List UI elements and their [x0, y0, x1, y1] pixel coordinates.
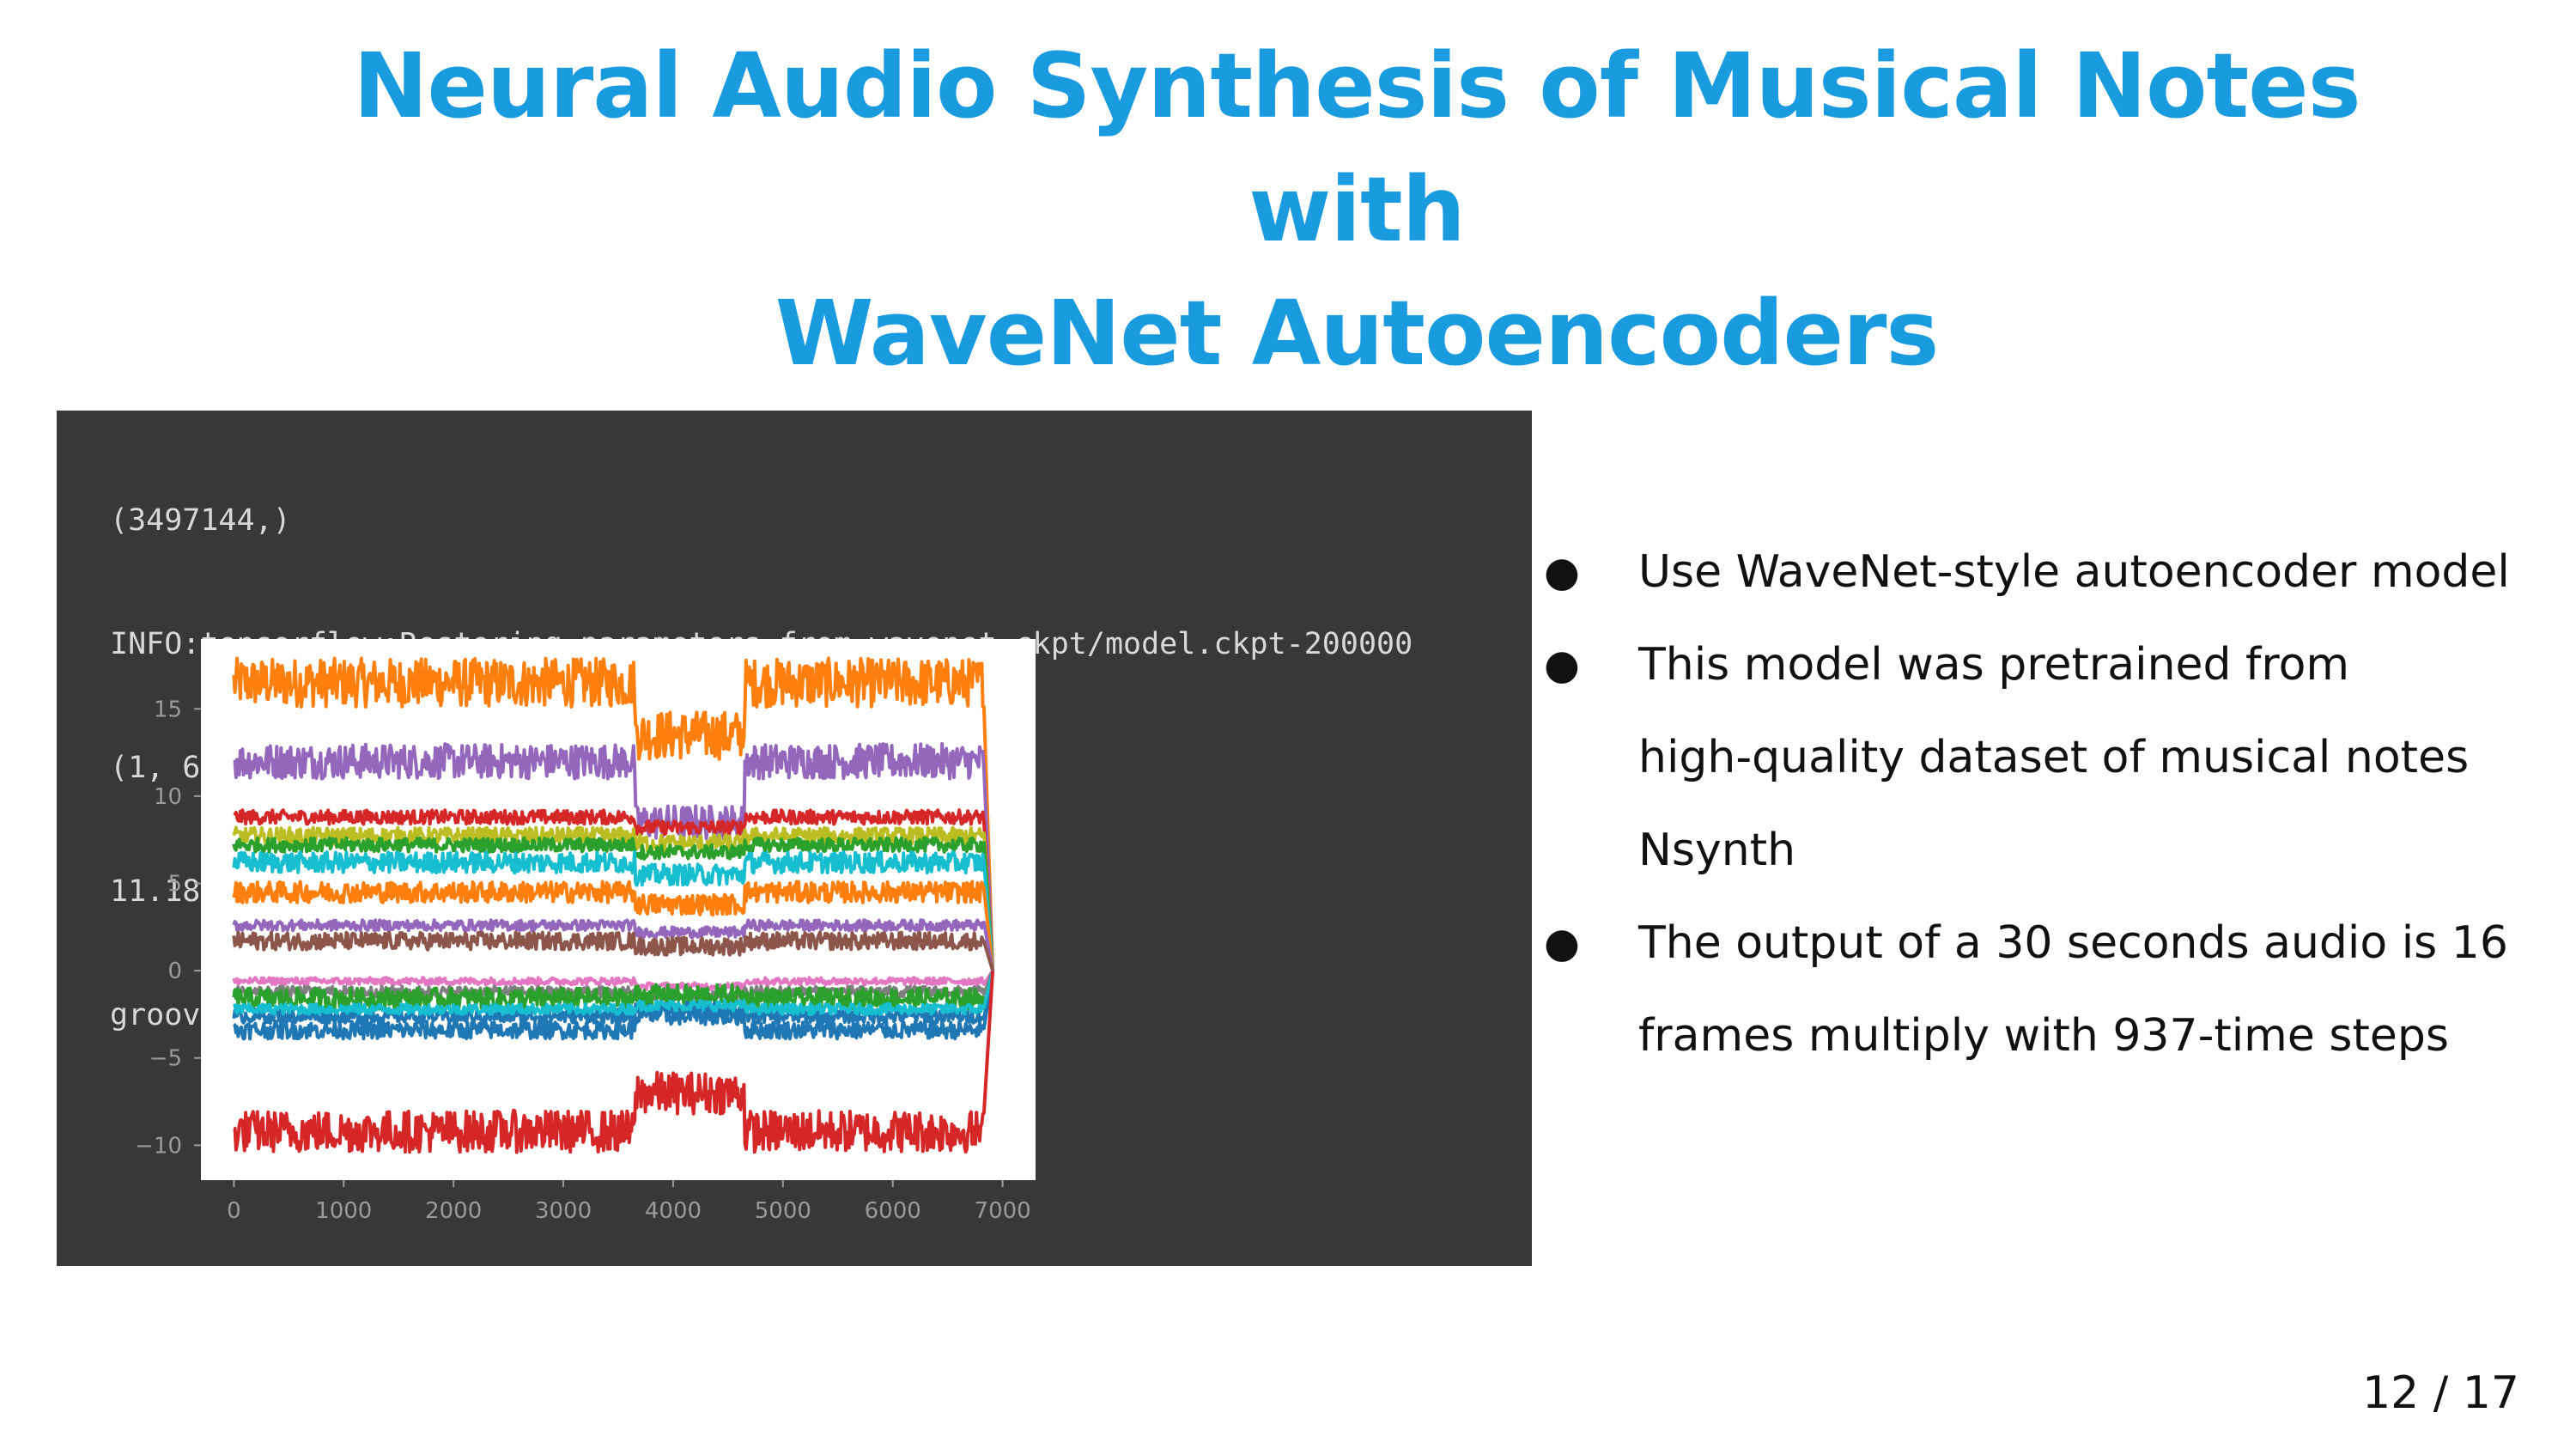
x-tick-label: 7000	[975, 1198, 1031, 1224]
x-tick-label: 6000	[865, 1198, 921, 1224]
bullet-dot-icon: ●	[1544, 641, 1580, 689]
bullet-item: ● This model was pretrained from high-qu…	[1537, 618, 2550, 897]
bullet-text: This model was pretrained from	[1638, 639, 2350, 691]
y-tick-label: −10	[135, 1133, 182, 1159]
plot-area	[201, 639, 1036, 1180]
y-tick-label: 10	[154, 784, 182, 810]
slide-title: Neural Audio Synthesis of Musical Notes …	[258, 24, 2456, 395]
x-tick-label: 2000	[425, 1198, 482, 1224]
bullet-text: Nsynth	[1638, 825, 1796, 876]
y-tick-label: 5	[167, 872, 182, 898]
x-tick-label: 4000	[645, 1198, 702, 1224]
page-number: 12 / 17	[2362, 1367, 2519, 1419]
y-tick-label: 0	[167, 959, 182, 984]
encoding-line-chart: 0 1000 2000 3000 4000 5000 6000 7000 15 10 5 0 −5 −10	[135, 639, 1036, 1224]
x-tick-label: 3000	[535, 1198, 592, 1224]
bullet-text: frames multiply with 937-time steps	[1638, 1010, 2449, 1062]
bullet-text: high-quality dataset of musical notes	[1638, 732, 2470, 783]
bullet-text: Use WaveNet-style autoencoder model	[1638, 546, 2510, 598]
bullet-text: The output of a 30 seconds audio is 16	[1638, 917, 2508, 969]
x-tick-label: 1000	[315, 1198, 372, 1224]
x-tick-label: 5000	[755, 1198, 811, 1224]
bullet-list: ● Use WaveNet-style autoencoder model ● …	[1537, 526, 2550, 1082]
bullet-dot-icon: ●	[1544, 548, 1580, 596]
slide-title-line-1: Neural Audio Synthesis of Musical Notes …	[353, 33, 2360, 262]
slide-title-line-2: WaveNet Autoencoders	[775, 281, 1940, 386]
x-tick-label: 0	[227, 1198, 241, 1224]
notebook-output-screenshot: (3497144,) INFO:tensorflow:Restoring par…	[57, 411, 1532, 1266]
bullet-item: ● The output of a 30 seconds audio is 16…	[1537, 897, 2550, 1082]
y-tick-label: 15	[154, 697, 182, 722]
y-tick-label: −5	[149, 1046, 182, 1072]
bullet-item: ● Use WaveNet-style autoencoder model	[1537, 526, 2550, 618]
bullet-dot-icon: ●	[1544, 919, 1580, 967]
